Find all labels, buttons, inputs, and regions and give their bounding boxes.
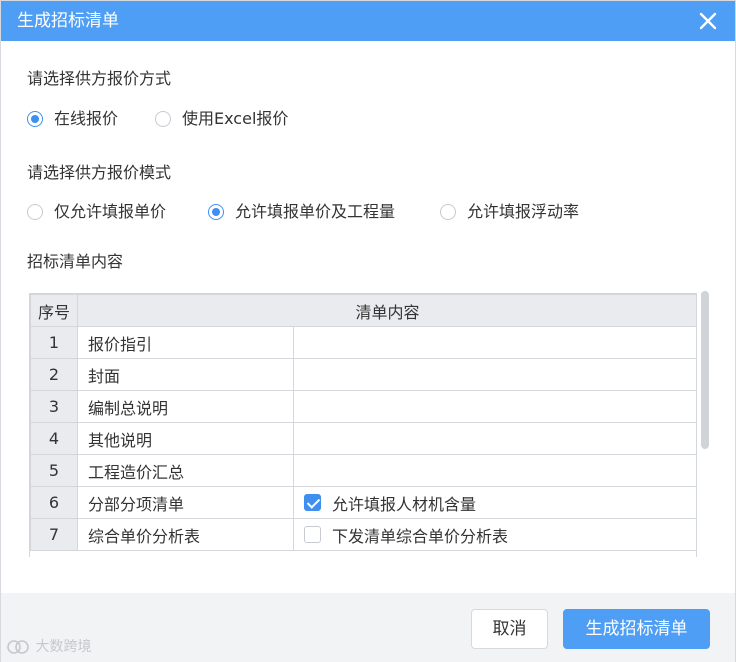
table-scrollbar[interactable] (701, 291, 709, 449)
radio-label: 在线报价 (54, 109, 119, 128)
row-name-cell: 封面 (77, 358, 294, 391)
row-option-checkbox[interactable] (304, 494, 321, 511)
row-name-cell: 工程造价汇总 (77, 454, 294, 487)
radio-label: 允许填报浮动率 (467, 202, 580, 221)
column-header-content: 清单内容 (76, 294, 696, 327)
row-option-cell (292, 454, 696, 487)
quote-mode-label: 请选择供方报价模式 (27, 163, 172, 182)
radio-circle[interactable] (27, 111, 43, 127)
row-index-cell: 1 (30, 326, 78, 359)
cancel-button[interactable]: 取消 (471, 609, 548, 649)
table-body: 1 报价指引 2 封面 3 编制总说明 4 其他说明 5 工程造价汇总 6 分部分项清单 允许填报人材机… (30, 326, 696, 551)
row-index-cell: 6 (30, 486, 78, 519)
radio-label: 使用Excel报价 (182, 109, 289, 128)
radio-label: 允许填报单价及工程量 (235, 202, 396, 221)
row-option-cell: 下发清单综合单价分析表 (292, 518, 696, 551)
watermark-logo-icon (7, 640, 29, 654)
row-option-cell (292, 326, 696, 359)
close-icon[interactable] (697, 10, 719, 32)
radio-circle[interactable] (440, 204, 456, 220)
row-name-cell: 报价指引 (77, 326, 294, 359)
table-row: 3 编制总说明 (30, 390, 696, 423)
table-row: 4 其他说明 (30, 422, 696, 455)
list-content-table-container[interactable]: 序号 清单内容 1 报价指引 2 封面 3 编制总说明 4 其他说明 5 工程造价汇总 6 分部分项清… (29, 293, 697, 557)
row-index-cell: 2 (30, 358, 78, 391)
row-name-cell: 综合单价分析表 (77, 518, 294, 551)
generate-tender-list-dialog: 生成招标清单 请选择供方报价方式 在线报价 使用Excel报价 请选择供方报价模… (0, 0, 736, 662)
radio-circle[interactable] (27, 204, 43, 220)
table-row: 2 封面 (30, 358, 696, 391)
row-index-cell: 4 (30, 422, 78, 455)
row-option-cell (292, 390, 696, 423)
watermark-text: 大数跨境 (35, 639, 92, 655)
row-name-cell: 其他说明 (77, 422, 294, 455)
dialog-titlebar: 生成招标清单 (1, 1, 735, 41)
radio-circle[interactable] (155, 111, 171, 127)
list-content-table: 序号 清单内容 1 报价指引 2 封面 3 编制总说明 4 其他说明 5 工程造价汇总 6 分部分项清… (30, 294, 696, 551)
list-content-label: 招标清单内容 (27, 252, 124, 271)
row-name-cell: 分部分项清单 (77, 486, 294, 519)
table-header-row: 序号 清单内容 (30, 294, 696, 327)
row-index-cell: 5 (30, 454, 78, 487)
row-index-cell: 3 (30, 390, 78, 423)
row-option-cell: 允许填报人材机含量 (292, 486, 696, 519)
row-option-label: 下发清单综合单价分析表 (332, 526, 509, 546)
table-row: 5 工程造价汇总 (30, 454, 696, 487)
dialog-title: 生成招标清单 (17, 11, 119, 31)
radio-circle[interactable] (208, 204, 224, 220)
generate-tender-list-button[interactable]: 生成招标清单 (563, 609, 710, 649)
watermark: 大数跨境 (7, 637, 91, 657)
row-index-cell: 7 (30, 518, 78, 551)
table-row: 6 分部分项清单 允许填报人材机含量 (30, 486, 696, 519)
table-row: 7 综合单价分析表 下发清单综合单价分析表 (30, 518, 696, 551)
row-option-cell (292, 358, 696, 391)
column-header-index: 序号 (30, 294, 78, 327)
row-option-checkbox[interactable] (304, 526, 321, 543)
table-row: 1 报价指引 (30, 326, 696, 359)
row-option-label: 允许填报人材机含量 (332, 494, 477, 514)
row-option-cell (292, 422, 696, 455)
radio-label: 仅允许填报单价 (54, 202, 167, 221)
row-name-cell: 编制总说明 (77, 390, 294, 423)
quote-method-label: 请选择供方报价方式 (27, 69, 172, 88)
